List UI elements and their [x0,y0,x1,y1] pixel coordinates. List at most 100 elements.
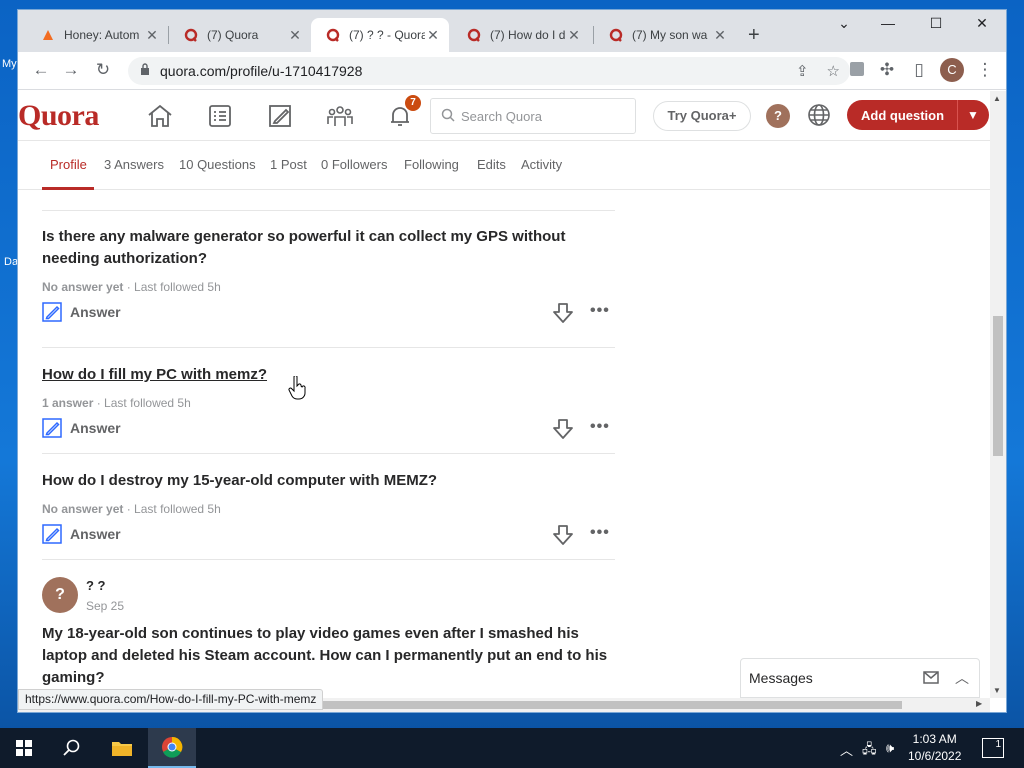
chevron-up-icon[interactable]: ︿ [840,740,853,759]
tab-profile[interactable]: Profile [50,157,87,172]
downvote-icon[interactable] [552,418,574,445]
answer-count: No answer yet [42,280,124,294]
post-author[interactable]: ? ? [86,578,106,593]
scroll-up-arrow[interactable]: ▲ [993,94,1001,103]
question-title[interactable]: How do I fill my PC with memz? [42,364,615,386]
answer-button[interactable]: Answer [42,302,121,322]
tab-answers[interactable]: 3 Answers [104,157,164,172]
chrome-icon[interactable] [148,728,196,768]
quora-icon [325,27,341,43]
notification-center-icon[interactable]: 1 [982,738,1004,758]
extension-icon[interactable] [846,61,868,82]
extensions-puzzle-icon[interactable]: ✣ [876,60,898,80]
hand-cursor-icon [288,375,306,405]
side-panel-icon[interactable]: ▯ [908,60,930,80]
close-window-button[interactable]: ✕ [962,15,1002,32]
post-title[interactable]: My 18-year-old son continues to play vid… [42,623,615,689]
quora-icon [466,27,482,43]
pencil-icon [42,302,62,322]
more-options-icon[interactable]: ••• [590,418,610,436]
notifications-bell-icon[interactable]: 7 [385,95,421,131]
downvote-icon[interactable] [552,524,574,551]
volume-icon[interactable]: 🕪 [886,740,894,756]
write-answer-icon[interactable] [265,101,295,131]
tab-title: (7) My son wa [632,28,708,42]
tab-questions[interactable]: 10 Questions [179,157,256,172]
url-text: quora.com/profile/u-1710417928 [160,63,363,79]
spaces-people-icon[interactable] [325,101,355,131]
menu-kebab-icon[interactable]: ⋮ [974,60,996,80]
messages-panel[interactable]: Messages ︿ [740,658,980,698]
close-tab-icon[interactable]: ✕ [287,27,303,44]
pencil-icon [42,524,62,544]
tab-search-icon[interactable]: ⌄ [824,15,864,32]
quora-icon [608,27,624,43]
browser-tab[interactable]: (7) My son wa ✕ [594,18,736,52]
address-bar[interactable]: quora.com/profile/u-1710417928 ⇪ ☆ [128,57,850,85]
browser-tab[interactable]: (7) Quora ✕ [169,18,311,52]
last-followed: · Last followed 5h [126,502,221,516]
forward-icon[interactable]: → [60,60,82,80]
vertical-scrollbar[interactable]: ▲ ▼ [990,91,1006,698]
more-options-icon[interactable]: ••• [590,302,610,320]
help-icon[interactable]: ? [766,104,790,128]
scroll-right-arrow[interactable]: ▶ [976,699,982,708]
home-icon[interactable] [145,101,175,131]
chevron-up-icon[interactable]: ︿ [955,668,969,688]
question-title[interactable]: Is there any malware generator so powerf… [42,226,615,270]
new-tab-button[interactable]: + [748,24,760,47]
tab-posts[interactable]: 1 Post [270,157,307,172]
following-list-icon[interactable] [205,101,235,131]
add-question-button[interactable]: Add question ▼ [847,100,989,130]
lock-icon[interactable] [140,62,150,80]
network-icon[interactable]: 🖧 [862,740,877,762]
minimize-button[interactable]: — [868,15,908,31]
browser-tab[interactable]: Honey: Autom ✕ [26,18,168,52]
tab-following[interactable]: Following [404,157,459,172]
close-tab-icon[interactable]: ✕ [566,27,582,44]
answer-button[interactable]: Answer [42,418,121,438]
scroll-down-arrow[interactable]: ▼ [993,686,1001,695]
language-globe-icon[interactable] [807,103,831,132]
profile-avatar[interactable]: C [940,58,964,82]
browser-tab[interactable]: (7) How do I d ✕ [452,18,590,52]
desktop-icon-label[interactable]: My [2,58,17,70]
search-input[interactable]: Search Quora [430,98,636,134]
tab-followers[interactable]: 0 Followers [321,157,387,172]
chevron-down-icon[interactable]: ▼ [958,108,988,122]
bookmark-star-icon[interactable]: ☆ [827,62,840,80]
compose-message-icon[interactable] [923,669,941,690]
share-icon[interactable]: ⇪ [796,62,809,80]
question-meta: No answer yet · Last followed 5h [42,280,615,294]
avatar[interactable]: ? [42,577,78,613]
browser-tab-active[interactable]: (7) ? ? - Quora ✕ [311,18,449,52]
clock-time: 1:03 AM [912,732,957,746]
try-quora-plus-button[interactable]: Try Quora+ [653,101,751,131]
file-explorer-icon[interactable] [98,728,146,768]
quora-logo[interactable]: Quora [18,99,99,133]
more-options-icon[interactable]: ••• [590,524,610,542]
answer-button[interactable]: Answer [42,524,121,544]
browser-toolbar: ← → ↻ quora.com/profile/u-1710417928 ⇪ ☆… [18,52,1006,90]
windows-start-icon[interactable] [0,728,48,768]
pencil-icon [42,418,62,438]
tab-strip: Honey: Autom ✕ (7) Quora ✕ (7) ? ? - Quo… [18,10,1006,52]
scroll-thumb[interactable] [993,316,1003,456]
tab-title: (7) How do I d [490,28,566,42]
search-icon[interactable] [48,728,96,768]
close-tab-icon[interactable]: ✕ [425,27,441,44]
add-question-label: Add question [861,107,945,123]
answer-count: 1 answer [42,396,94,410]
reload-icon[interactable]: ↻ [92,60,114,80]
maximize-button[interactable]: ☐ [916,15,956,32]
question-title[interactable]: How do I destroy my 15-year-old computer… [42,470,615,492]
back-icon[interactable]: ← [30,60,52,80]
close-tab-icon[interactable]: ✕ [712,27,728,44]
clock[interactable]: 1:03 AM 10/6/2022 [908,731,961,765]
tab-edits[interactable]: Edits [477,157,506,172]
downvote-icon[interactable] [552,302,574,329]
tab-activity[interactable]: Activity [521,157,562,172]
close-tab-icon[interactable]: ✕ [144,27,160,44]
desktop-icon-label[interactable]: Da [4,256,18,268]
post-date[interactable]: Sep 25 [86,599,124,613]
